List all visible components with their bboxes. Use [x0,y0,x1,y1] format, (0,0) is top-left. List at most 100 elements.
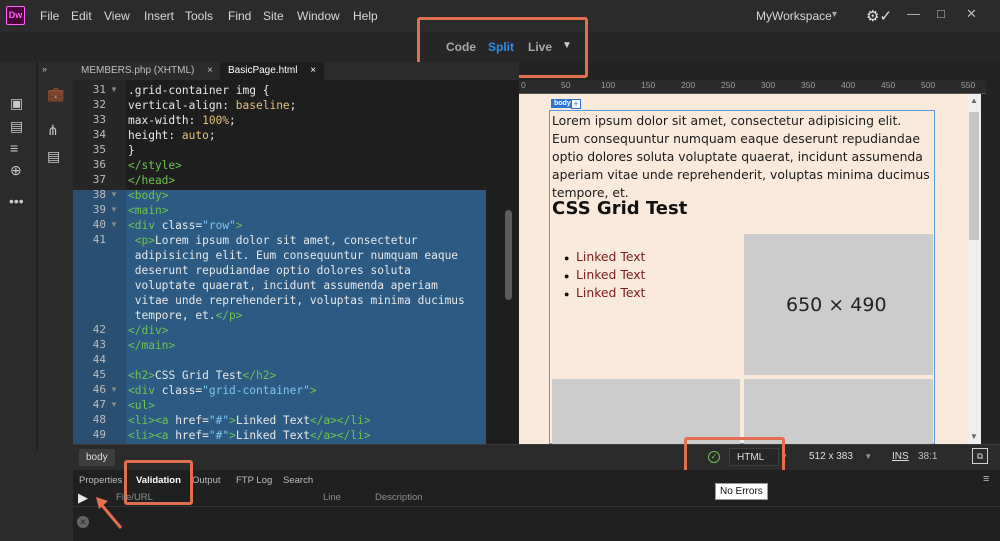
code-line[interactable]: </head> [128,173,175,188]
column-line[interactable]: Line [323,492,341,503]
code-line[interactable]: <li><a href="#">Linked Text</a></li> [128,413,371,428]
code-line[interactable]: voluptate quaerat, incidunt assumenda ap… [128,278,438,293]
tab-properties[interactable]: Properties [79,475,122,486]
maximize-icon[interactable]: □ [937,6,945,21]
line-number: 31 [92,83,106,96]
snippets-icon[interactable]: ▤ [47,148,60,165]
line-number: 42 [92,323,106,336]
tab-ftp-log[interactable]: FTP Log [236,475,272,486]
code-line[interactable]: } [128,143,135,158]
left-panel-toolbar [37,62,73,450]
preview-link[interactable]: Linked Text [576,285,645,300]
menu-tools[interactable]: Tools [185,9,213,23]
code-line[interactable]: <div class="row"> [128,218,243,233]
file-icon[interactable]: ▣ [10,95,23,112]
assets-icon[interactable]: ▤ [10,118,23,135]
menu-window[interactable]: Window [297,9,340,23]
tab-search[interactable]: Search [283,475,313,486]
scroll-down-icon[interactable]: ▼ [970,432,978,441]
code-line[interactable]: <div class="grid-container"> [128,383,317,398]
menu-edit[interactable]: Edit [71,9,92,23]
ruler-tick-label: 550 [961,80,976,90]
line-number: 49 [92,428,106,441]
line-number: 40 [92,218,106,231]
menu-file[interactable]: File [40,9,59,23]
code-line[interactable]: <main> [128,203,168,218]
preview-scrollbar-thumb[interactable] [969,112,979,240]
fold-toggle-icon[interactable]: ▼ [110,220,118,229]
menu-insert[interactable]: Insert [144,9,174,23]
ruler-tick-label: 400 [841,80,856,90]
tab-members-php[interactable]: MEMBERS.php (XHTML) × [73,62,221,80]
expand-panels-icon[interactable]: » [42,64,47,74]
ruler-tick-label: 0 [521,80,526,90]
tag-selector-breadcrumb[interactable]: body [79,449,115,466]
code-line[interactable]: </div> [128,323,168,338]
menu-help[interactable]: Help [353,9,378,23]
code-line[interactable]: </main> [128,338,175,353]
clear-results-icon[interactable]: ✕ [77,516,89,528]
tab-output[interactable]: Output [192,475,221,486]
inspect-target-icon[interactable]: ⊕ [10,162,22,179]
minimize-icon[interactable]: — [907,6,920,21]
code-line[interactable]: max-width: 100%; [128,113,236,128]
close-icon[interactable]: ✕ [966,6,977,22]
chevron-down-icon[interactable]: ▾ [832,9,837,20]
cursor-position: 38:1 [918,451,938,462]
editor-scrollbar[interactable] [505,210,512,300]
fold-toggle-icon[interactable]: ▼ [110,400,118,409]
run-validation-play-icon[interactable]: ▶ [78,490,88,506]
real-time-preview-icon[interactable]: ⧉ [972,448,988,464]
ruler-tick-label: 300 [761,80,776,90]
grid-image-placeholder [744,379,933,444]
fold-toggle-icon[interactable]: ▼ [110,190,118,199]
ruler-tick-label: 100 [601,80,616,90]
close-tab-icon[interactable]: × [310,65,316,76]
code-line[interactable]: <h2>CSS Grid Test</h2> [128,368,276,383]
scroll-up-icon[interactable]: ▲ [970,96,978,105]
preview-link[interactable]: Linked Text [576,249,645,264]
insert-mode-toggle[interactable]: INS [892,451,909,462]
code-line[interactable]: .grid-container img { [128,83,269,98]
code-line[interactable]: deserunt repudiandae optio dolores solut… [128,263,411,278]
code-line[interactable]: <p>Lorem ipsum dolor sit amet, consectet… [128,233,418,248]
workspace-switcher[interactable]: MyWorkspace [756,9,832,23]
code-line[interactable]: tempore, et.</p> [128,308,243,323]
fold-toggle-icon[interactable]: ▼ [110,385,118,394]
tab-basicpage-html[interactable]: BasicPage.html × [220,62,325,80]
line-number: 32 [92,98,106,111]
fold-toggle-icon[interactable]: ▼ [110,205,118,214]
fold-toggle-icon[interactable]: ▼ [110,85,118,94]
code-line[interactable]: <ul> [128,398,155,413]
code-line[interactable]: vitae unde reprehenderit, voluptas minim… [128,293,465,308]
preview-link[interactable]: Linked Text [576,267,645,282]
briefcase-icon[interactable]: 💼 [47,86,64,103]
code-line[interactable]: height: auto; [128,128,216,143]
menu-find[interactable]: Find [228,9,251,23]
sync-settings-icon[interactable]: ⚙✓ [866,7,892,25]
code-line[interactable]: vertical-align: baseline; [128,98,296,113]
code-line[interactable]: <body> [128,188,168,203]
line-number: 43 [92,338,106,351]
ruler-tick-label: 50 [561,80,571,90]
line-number: 47 [92,398,106,411]
menu-view[interactable]: View [104,9,130,23]
format-source-icon[interactable]: ≡ [10,140,18,156]
bullet-icon: ● [564,271,570,281]
code-line[interactable]: adipisicing elit. Eum consequuntur numqu… [128,248,458,263]
menu-site[interactable]: Site [263,9,284,23]
bullet-icon: ● [564,253,570,263]
column-description[interactable]: Description [375,492,423,503]
panel-menu-icon[interactable]: ≡ [983,473,989,485]
bullet-icon: ● [564,289,570,299]
dom-tree-icon[interactable]: ⋔ [47,122,59,139]
close-tab-icon[interactable]: × [207,65,213,76]
line-number: 46 [92,383,106,396]
more-icon[interactable]: ••• [9,193,24,209]
add-class-icon[interactable]: + [571,99,581,109]
chevron-down-icon[interactable]: ▾ [866,451,871,462]
code-line[interactable]: </style> [128,158,182,173]
preview-heading: CSS Grid Test [552,198,688,219]
ruler-tick-label: 450 [881,80,896,90]
code-line[interactable]: <li><a href="#">Linked Text</a></li> [128,428,371,443]
